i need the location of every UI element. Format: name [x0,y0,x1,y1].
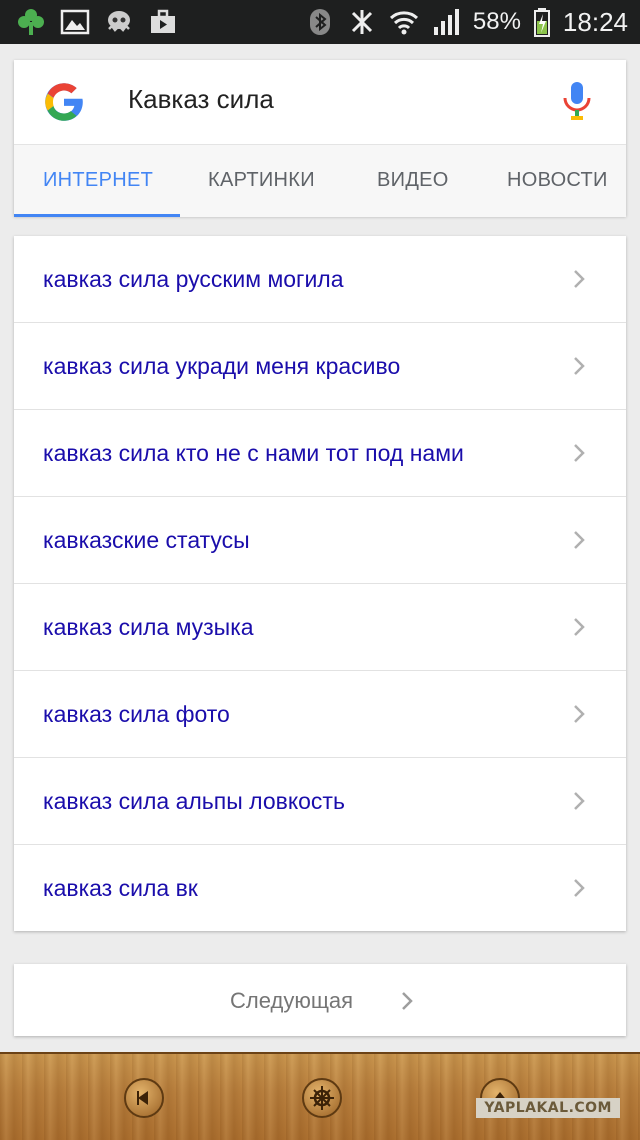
nfc-icon [351,10,372,34]
suggestion-link[interactable]: кавказ сила укради меня красиво [43,353,400,380]
microphone-icon[interactable] [562,80,592,124]
signal-icon [433,9,459,35]
chevron-right-icon [574,618,585,636]
image-icon [60,9,90,35]
active-tab-indicator [14,214,180,217]
tab-internet[interactable]: ИНТЕРНЕТ [43,169,153,192]
suggestion-link[interactable]: кавказ сила альпы ловкость [43,788,345,815]
tab-video[interactable]: ВИДЕО [377,169,449,192]
next-page-label: Следующая [230,988,354,1013]
battery-charging-icon [533,8,550,37]
suggestion-link[interactable]: кавказ сила вк [43,875,198,902]
list-item[interactable]: кавказ сила вк [14,844,626,931]
next-page-button[interactable]: Следующая [14,964,626,1036]
wifi-icon [389,11,418,35]
back-button[interactable] [124,1078,164,1118]
chevron-right-icon [574,357,585,375]
list-item[interactable]: кавказ сила фото [14,670,626,757]
battery-percent: 58% [472,8,521,35]
status-bar: 58% 18:24 [0,0,640,44]
chevron-right-icon [574,879,585,897]
tab-images[interactable]: КАРТИНКИ [208,169,315,192]
octopus-icon [108,11,130,32]
home-button[interactable] [302,1078,342,1118]
status-left-icons [16,6,178,38]
search-query[interactable]: Кавказ сила [128,84,274,115]
suggestion-link[interactable]: кавказ сила музыка [43,614,254,641]
search-tabs: ИНТЕРНЕТ КАРТИНКИ ВИДЕО НОВОСТИ [14,144,626,217]
tab-news[interactable]: НОВОСТИ [507,169,608,192]
clock: 18:24 [562,6,628,37]
back-arrow-icon [137,1091,148,1105]
suggestion-link[interactable]: кавказские статусы [43,527,250,554]
search-card: Кавказ сила ИНТЕРНЕТ КАРТИНКИ ВИДЕО НОВО… [14,60,626,217]
suggestion-link[interactable]: кавказ сила русским могила [43,266,344,293]
chevron-right-icon [574,705,585,723]
ship-wheel-icon [310,1086,334,1110]
list-item[interactable]: кавказ сила кто не с нами тот под нами [14,409,626,496]
watermark: YAPLAKAL.COM [476,1098,620,1118]
chevron-right-icon [402,992,413,1010]
list-item[interactable]: кавказ сила русским могила [14,236,626,322]
bluetooth-icon [309,9,330,35]
list-item[interactable]: кавказ сила альпы ловкость [14,757,626,844]
list-item[interactable]: кавказские статусы [14,496,626,583]
list-item[interactable]: кавказ сила укради меня красиво [14,322,626,409]
clover-icon [18,9,44,35]
google-logo-icon[interactable] [42,80,86,124]
status-right-icons: 58% 18:24 [305,6,628,38]
suggestion-link[interactable]: кавказ сила кто не с нами тот под нами [43,440,464,467]
chevron-right-icon [574,270,585,288]
bottom-nav-bar: YAPLAKAL.COM [0,1052,640,1140]
chevron-right-icon [574,444,585,462]
suggestion-link[interactable]: кавказ сила фото [43,701,230,728]
list-item[interactable]: кавказ сила музыка [14,583,626,670]
suggestions-list: кавказ сила русским могила кавказ сила у… [14,236,626,931]
briefcase-icon [151,9,175,33]
chevron-right-icon [574,792,585,810]
chevron-right-icon [574,531,585,549]
